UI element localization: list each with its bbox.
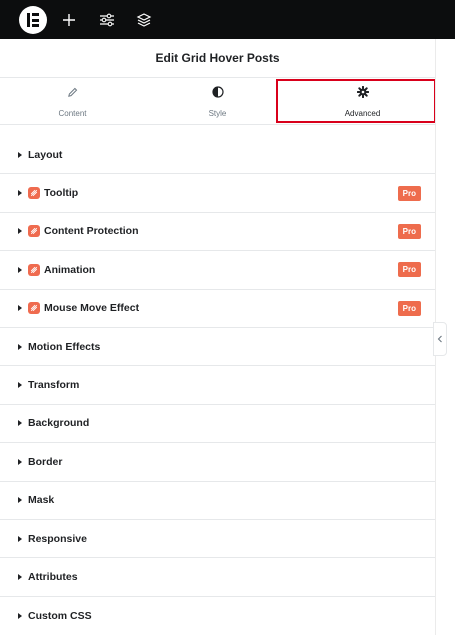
caret-right-icon	[18, 573, 22, 580]
tab-content-label: Content	[58, 108, 87, 118]
section-row[interactable]: Responsive	[0, 520, 435, 559]
tab-style[interactable]: Style	[145, 78, 290, 124]
caret-right-icon	[18, 535, 22, 542]
section-row[interactable]: Content Protection Pro	[0, 213, 435, 252]
caret-right-icon	[18, 305, 22, 312]
section-title: Border	[28, 455, 63, 468]
section-title: Motion Effects	[28, 340, 101, 353]
tab-advanced-label: Advanced	[344, 108, 381, 118]
section-title: Transform	[28, 379, 80, 392]
caret-right-icon	[18, 612, 22, 619]
ea-extension-icon	[28, 225, 40, 238]
caret-right-icon	[18, 343, 22, 350]
sections-list: Layout Tooltip Pro Content Protection Pro Ani…	[0, 136, 435, 635]
section-title: Content Protection	[44, 225, 139, 238]
caret-right-icon	[18, 458, 22, 465]
section-title: Layout	[28, 148, 63, 161]
caret-right-icon	[18, 382, 22, 389]
section-row[interactable]: Custom CSS	[0, 597, 435, 635]
pro-badge: Pro	[397, 223, 421, 239]
section-row[interactable]: Animation Pro	[0, 251, 435, 290]
section-row[interactable]: Transform	[0, 366, 435, 405]
section-row[interactable]: Attributes	[0, 558, 435, 597]
elementor-logo-icon[interactable]	[19, 6, 47, 34]
section-title: Mask	[28, 494, 55, 507]
ea-extension-icon	[28, 302, 40, 315]
tab-style-label: Style	[208, 108, 227, 118]
pencil-icon	[67, 85, 78, 103]
pro-badge: Pro	[397, 300, 421, 316]
top-toolbar	[0, 0, 455, 39]
chevron-left-icon	[437, 330, 443, 348]
section-title: Animation	[44, 263, 96, 276]
section-row[interactable]: Mask	[0, 482, 435, 520]
pro-badge: Pro	[397, 262, 421, 278]
section-row[interactable]: Motion Effects	[0, 328, 435, 367]
ea-extension-icon	[28, 263, 40, 276]
section-title: Responsive	[28, 532, 87, 545]
gear-icon	[356, 85, 369, 103]
tab-advanced[interactable]: Advanced	[290, 78, 435, 124]
section-row[interactable]: Border	[0, 443, 435, 482]
section-title: Tooltip	[44, 187, 79, 200]
tab-content[interactable]: Content	[0, 78, 145, 124]
collapse-panel-button[interactable]	[433, 322, 447, 356]
caret-right-icon	[18, 190, 22, 197]
section-title: Background	[28, 417, 90, 430]
section-row[interactable]: Background	[0, 405, 435, 444]
section-row[interactable]: Layout	[0, 136, 435, 175]
caret-right-icon	[18, 497, 22, 504]
caret-right-icon	[18, 151, 22, 158]
caret-right-icon	[18, 420, 22, 427]
pro-badge: Pro	[397, 185, 421, 201]
caret-right-icon	[18, 266, 22, 273]
section-row[interactable]: Mouse Move Effect Pro	[0, 290, 435, 328]
section-row[interactable]: Tooltip Pro	[0, 174, 435, 213]
panel-header: Edit Grid Hover Posts	[0, 39, 435, 78]
ea-extension-icon	[28, 187, 40, 200]
section-title: Attributes	[28, 570, 78, 583]
section-title: Mouse Move Effect	[44, 302, 140, 315]
caret-right-icon	[18, 228, 22, 235]
settings-sliders-icon[interactable]	[95, 8, 119, 32]
editor-panel: Edit Grid Hover Posts Content Style Adva…	[0, 39, 436, 635]
half-circle-icon	[211, 85, 224, 103]
section-title: Custom CSS	[28, 609, 92, 622]
panel-title: Edit Grid Hover Posts	[155, 51, 280, 65]
add-icon[interactable]	[57, 8, 81, 32]
panel-tabs: Content Style Advanced	[0, 78, 435, 125]
layers-icon[interactable]	[132, 8, 156, 32]
